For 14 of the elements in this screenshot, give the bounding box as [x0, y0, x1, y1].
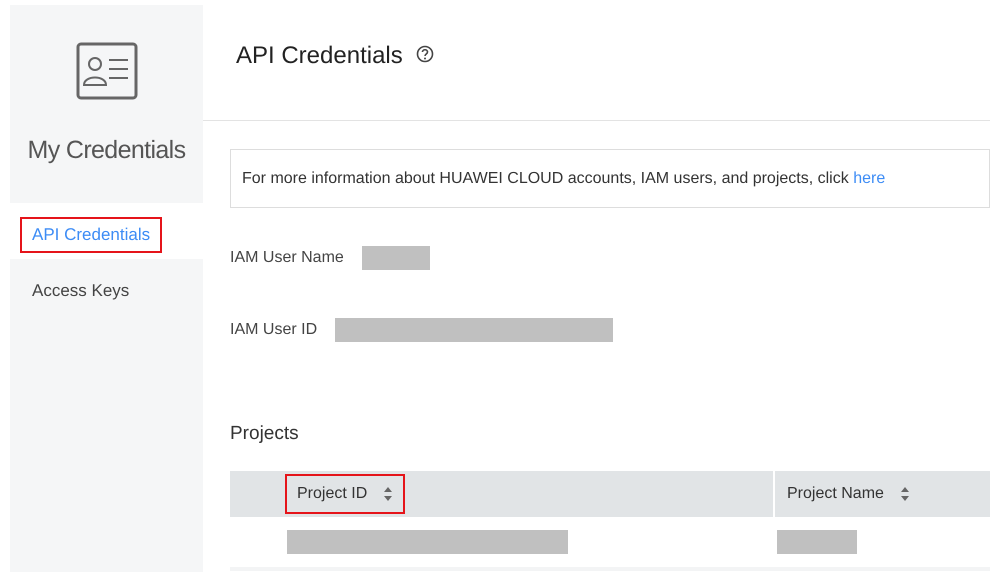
field-label: IAM User Name	[230, 248, 344, 268]
column-header[interactable]: Project ID	[285, 474, 406, 514]
section-title: Projects	[230, 422, 300, 446]
sort-icon	[900, 486, 910, 502]
info-text: For more information about HUAWEI CLOUD accounts, IAM users, and projects, click here	[242, 168, 886, 188]
column-header[interactable]: Project Name	[775, 474, 922, 514]
help-icon[interactable]	[416, 45, 434, 63]
redacted-value	[362, 246, 430, 270]
id-card-icon	[76, 42, 138, 100]
sidebar-item[interactable]: Access Keys	[20, 273, 142, 308]
page-title: API Credentials	[236, 41, 403, 71]
sort-icon	[383, 486, 394, 502]
field-label: IAM User ID	[230, 320, 318, 340]
sidebar-title: My Credentials	[28, 135, 186, 166]
